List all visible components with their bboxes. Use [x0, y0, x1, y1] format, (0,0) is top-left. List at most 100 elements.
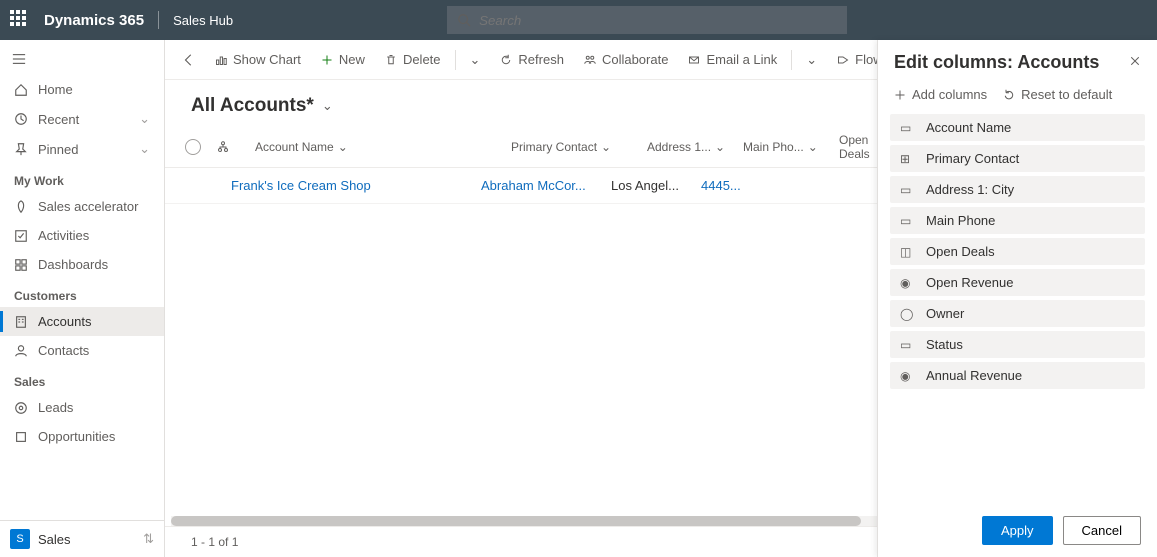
- sidebar-section-my-work: My Work: [0, 164, 164, 192]
- sidebar-collapse-button[interactable]: [0, 46, 164, 75]
- select-all-checkbox[interactable]: [185, 139, 201, 155]
- reset-button[interactable]: Reset to default: [1003, 87, 1112, 102]
- sidebar-item-leads[interactable]: Leads: [0, 393, 164, 422]
- cmd-email-dropdown[interactable]: ⌄: [798, 48, 825, 72]
- column-item-label: Owner: [926, 306, 964, 321]
- cmd-label: New: [339, 52, 365, 67]
- edit-columns-panel: Edit columns: Accounts Add columns Reset…: [877, 40, 1157, 557]
- cmd-delete-dropdown[interactable]: ⌄: [462, 48, 489, 72]
- sidebar-item-label: Sales accelerator: [38, 199, 138, 214]
- column-item-label: Address 1: City: [926, 182, 1014, 197]
- search-input[interactable]: [479, 13, 837, 28]
- chart-icon: [215, 54, 227, 66]
- mail-icon: [688, 54, 700, 66]
- sidebar-item-home[interactable]: Home: [0, 75, 164, 104]
- column-item[interactable]: ◯Owner: [890, 300, 1145, 327]
- area-switcher[interactable]: S Sales ⇅: [0, 520, 164, 557]
- column-item-label: Main Phone: [926, 213, 995, 228]
- col-label: Primary Contact: [511, 140, 597, 154]
- chevron-down-icon: ⌄: [806, 52, 817, 68]
- sidebar-item-pinned[interactable]: Pinned ⌄: [0, 134, 164, 164]
- clock-icon: [14, 112, 28, 126]
- apply-button[interactable]: Apply: [982, 516, 1053, 545]
- column-item[interactable]: ◉Annual Revenue: [890, 362, 1145, 389]
- btn-label: Add columns: [912, 87, 987, 102]
- sidebar-item-dashboards[interactable]: Dashboards: [0, 250, 164, 279]
- arrow-left-icon: [182, 53, 196, 67]
- column-header-primary-contact[interactable]: Primary Contact ⌄: [511, 140, 641, 154]
- close-button[interactable]: [1129, 54, 1141, 71]
- column-item[interactable]: ▭Account Name: [890, 114, 1145, 141]
- column-item[interactable]: ▭Address 1: City: [890, 176, 1145, 203]
- opportunity-icon: [14, 430, 28, 444]
- hierarchy-icon[interactable]: [217, 141, 229, 153]
- sidebar-item-activities[interactable]: Activities: [0, 221, 164, 250]
- field-type-icon: ▭: [900, 214, 916, 228]
- cmd-label: Refresh: [518, 52, 564, 67]
- cancel-button[interactable]: Cancel: [1063, 516, 1141, 545]
- field-type-icon: ⊞: [900, 152, 916, 166]
- brand-title: Dynamics 365: [44, 12, 144, 29]
- sidebar-item-recent[interactable]: Recent ⌄: [0, 104, 164, 134]
- column-item[interactable]: ◫Open Deals: [890, 238, 1145, 265]
- cmd-refresh[interactable]: Refresh: [492, 48, 572, 71]
- building-icon: [14, 315, 28, 329]
- back-button[interactable]: [175, 46, 203, 74]
- cmd-label: Collaborate: [602, 52, 669, 67]
- sidebar-item-label: Leads: [38, 400, 73, 415]
- scrollbar-thumb[interactable]: [171, 516, 861, 526]
- field-type-icon: ◫: [900, 245, 916, 259]
- chevron-down-icon: ⌄: [139, 141, 150, 157]
- chevron-down-icon: ⌄: [808, 140, 818, 154]
- col-label: Account Name: [255, 140, 334, 154]
- field-type-icon: ▭: [900, 338, 916, 352]
- person-icon: [14, 344, 28, 358]
- column-item[interactable]: ⊞Primary Contact: [890, 145, 1145, 172]
- column-header-account-name[interactable]: Account Name ⌄: [255, 140, 505, 154]
- search-box[interactable]: [447, 6, 847, 34]
- sidebar-item-opportunities[interactable]: Opportunities: [0, 422, 164, 451]
- cmd-collaborate[interactable]: Collaborate: [576, 48, 677, 71]
- column-item[interactable]: ▭ Main Phone: [890, 207, 1145, 234]
- hub-name[interactable]: Sales Hub: [173, 13, 233, 28]
- cmd-new[interactable]: New: [313, 48, 373, 71]
- undo-icon: [1003, 89, 1015, 101]
- add-columns-button[interactable]: Add columns: [894, 87, 987, 102]
- sidebar-item-accounts[interactable]: Accounts: [0, 307, 164, 336]
- panel-footer: Apply Cancel: [878, 504, 1157, 557]
- sidebar-item-contacts[interactable]: Contacts: [0, 336, 164, 365]
- chevron-down-icon: ⌄: [338, 140, 348, 154]
- app-launcher-icon[interactable]: [10, 10, 30, 30]
- column-item-label: Status: [926, 337, 963, 352]
- sidebar-item-label: Dashboards: [38, 257, 108, 272]
- field-type-icon: ▭: [900, 121, 916, 135]
- cmd-email-link[interactable]: Email a Link: [680, 48, 785, 71]
- cmd-delete[interactable]: Delete: [377, 48, 449, 71]
- cell-main-phone[interactable]: 4445...: [701, 178, 791, 193]
- cell-primary-contact[interactable]: Abraham McCor...: [481, 178, 611, 193]
- column-item[interactable]: ◉Open Revenue: [890, 269, 1145, 296]
- chevron-down-icon: ⌄: [470, 52, 481, 68]
- plus-icon: [321, 54, 333, 66]
- column-header-main-phone[interactable]: Main Pho... ⌄: [743, 140, 833, 154]
- cell-address: Los Angel...: [611, 178, 701, 193]
- column-header-address[interactable]: Address 1... ⌄: [647, 140, 737, 154]
- cmd-show-chart[interactable]: Show Chart: [207, 48, 309, 71]
- chevron-down-icon[interactable]: ⌄: [322, 98, 333, 114]
- cell-account-name[interactable]: Frank's Ice Cream Shop: [231, 178, 481, 193]
- trash-icon: [385, 54, 397, 66]
- column-item-label: Open Revenue: [926, 275, 1013, 290]
- cmd-label: Email a Link: [706, 52, 777, 67]
- sidebar-item-label: Opportunities: [38, 429, 115, 444]
- panel-header: Edit columns: Accounts: [878, 40, 1157, 81]
- sidebar-item-label: Home: [38, 82, 73, 97]
- column-list: ▭Account Name⊞Primary Contact▭Address 1:…: [878, 114, 1157, 504]
- column-item[interactable]: ▭ Status: [890, 331, 1145, 358]
- sidebar-item-label: Contacts: [38, 343, 89, 358]
- home-icon: [14, 83, 28, 97]
- rocket-icon: [14, 200, 28, 214]
- top-bar: Dynamics 365 Sales Hub: [0, 0, 1157, 40]
- cmd-label: Show Chart: [233, 52, 301, 67]
- sidebar-item-sales-accelerator[interactable]: Sales accelerator: [0, 192, 164, 221]
- view-title[interactable]: All Accounts*: [191, 95, 314, 117]
